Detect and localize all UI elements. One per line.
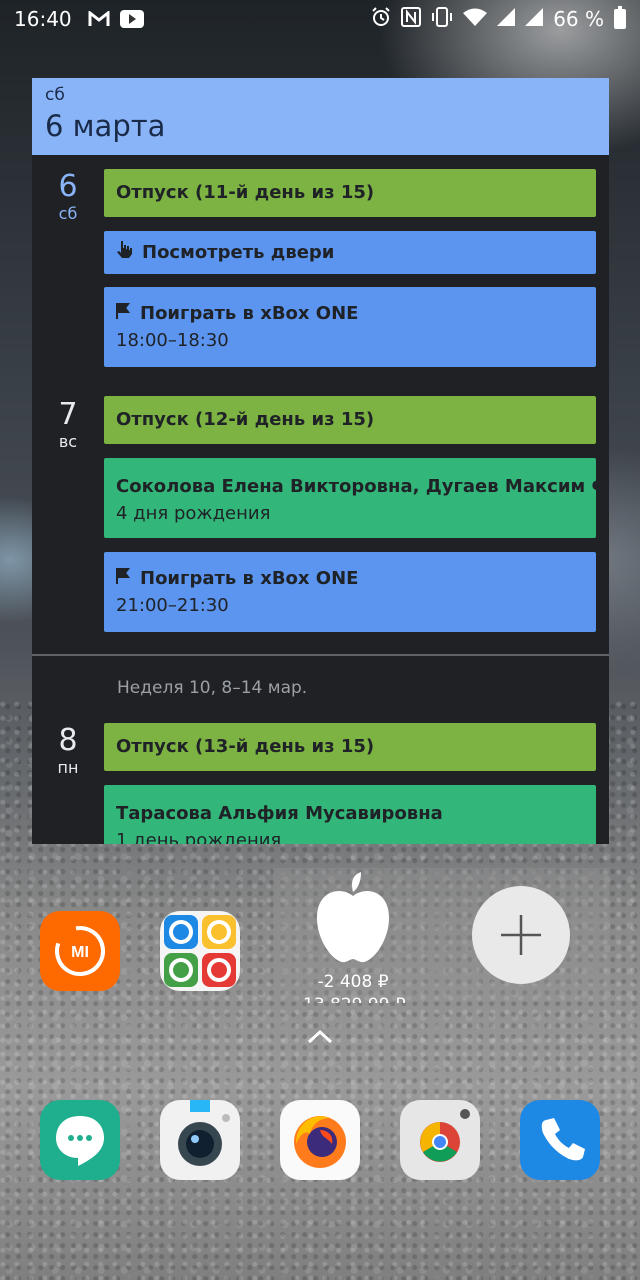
day-of-week: вс [58, 432, 78, 451]
event-xbox-2[interactable]: Поиграть в xBox ONE 21:00–21:30 [104, 552, 596, 632]
clock: 16:40 [14, 7, 72, 31]
youtube-icon [119, 10, 144, 28]
finance-widget[interactable]: -2 408 ₽ 13 829,99 ₽ [273, 868, 609, 1003]
event-subtitle: 1 день рождения [116, 830, 282, 844]
event-look-doors[interactable]: Посмотреть двери [104, 231, 596, 274]
circles-app-icon[interactable] [160, 911, 240, 991]
day-number: 8 [58, 723, 78, 758]
calendar-header[interactable]: сб 6 марта [32, 78, 609, 155]
hangouts-app-icon[interactable] [40, 1100, 120, 1180]
header-day-of-week: сб [45, 85, 65, 105]
gmail-icon [88, 11, 110, 27]
event-title: Соколова Елена Викторовна, Дугаев Максим… [116, 476, 596, 497]
event-birthdays-4[interactable]: Соколова Елена Викторовна, Дугаев Максим… [104, 458, 596, 538]
finance-amount: -2 408 ₽ [317, 972, 389, 992]
week-label: Неделя 10, 8–14 мар. [117, 678, 308, 698]
event-title: Поиграть в xBox ONE [140, 303, 359, 324]
calendar-widget[interactable]: сб 6 марта 6 сб Отпуск (11-й день из 15)… [32, 78, 609, 844]
event-title: Посмотреть двери [142, 242, 335, 263]
mi-app-icon[interactable]: MI [40, 911, 120, 991]
event-birthday-1[interactable]: Тарасова Альфия Мусавировна 1 день рожде… [104, 785, 596, 844]
finance-balance: 13 829,99 ₽ [303, 995, 406, 1003]
phone-app-icon[interactable] [520, 1100, 600, 1180]
day-label-6[interactable]: 6 сб [32, 169, 104, 224]
firefox-app-icon[interactable] [280, 1100, 360, 1180]
app-drawer-chevron-up-icon[interactable] [305, 1028, 335, 1050]
svg-text:MI: MI [71, 944, 89, 961]
wifi-icon [463, 7, 488, 31]
event-title: Отпуск (11-й день из 15) [116, 182, 375, 203]
flag-icon [116, 568, 130, 589]
nfc-icon [401, 6, 422, 32]
day-of-week: сб [58, 204, 78, 223]
battery-icon [614, 6, 626, 29]
event-vacation-12[interactable]: Отпуск (12-й день из 15) [104, 396, 596, 444]
event-title: Поиграть в xBox ONE [140, 568, 359, 589]
event-xbox-1[interactable]: Поиграть в xBox ONE 18:00–18:30 [104, 287, 596, 367]
event-title: Отпуск (12-й день из 15) [116, 409, 375, 430]
event-vacation-13[interactable]: Отпуск (13-й день из 15) [104, 723, 596, 771]
event-vacation-11[interactable]: Отпуск (11-й день из 15) [104, 169, 596, 217]
day-of-week: пн [57, 758, 79, 777]
hand-pointer-icon [116, 231, 132, 274]
chrome-camera-app-icon[interactable] [400, 1100, 480, 1180]
status-bar: 16:40 66 % [0, 0, 640, 38]
battery-label: 66 % [553, 7, 604, 31]
vibrate-icon [431, 6, 453, 32]
event-time: 18:00–18:30 [116, 330, 229, 351]
event-subtitle: 4 дня рождения [116, 503, 271, 524]
event-title: Тарасова Альфия Мусавировна [116, 803, 443, 824]
camera-app-icon[interactable] [160, 1100, 240, 1180]
alarm-icon [371, 6, 391, 32]
add-button[interactable] [472, 886, 570, 984]
day-label-7[interactable]: 7 вс [32, 397, 104, 452]
event-time: 21:00–21:30 [116, 595, 229, 616]
signal-icon [497, 7, 516, 31]
flag-icon [116, 303, 130, 324]
apple-icon [315, 872, 391, 968]
day-label-8[interactable]: 8 пн [32, 723, 104, 778]
signal-icon [525, 7, 544, 31]
day-number: 7 [58, 397, 78, 432]
event-title: Отпуск (13-й день из 15) [116, 736, 375, 757]
plus-icon [501, 915, 541, 955]
day-number: 6 [58, 169, 78, 204]
week-divider [32, 654, 609, 656]
header-date: 6 марта [45, 109, 166, 143]
